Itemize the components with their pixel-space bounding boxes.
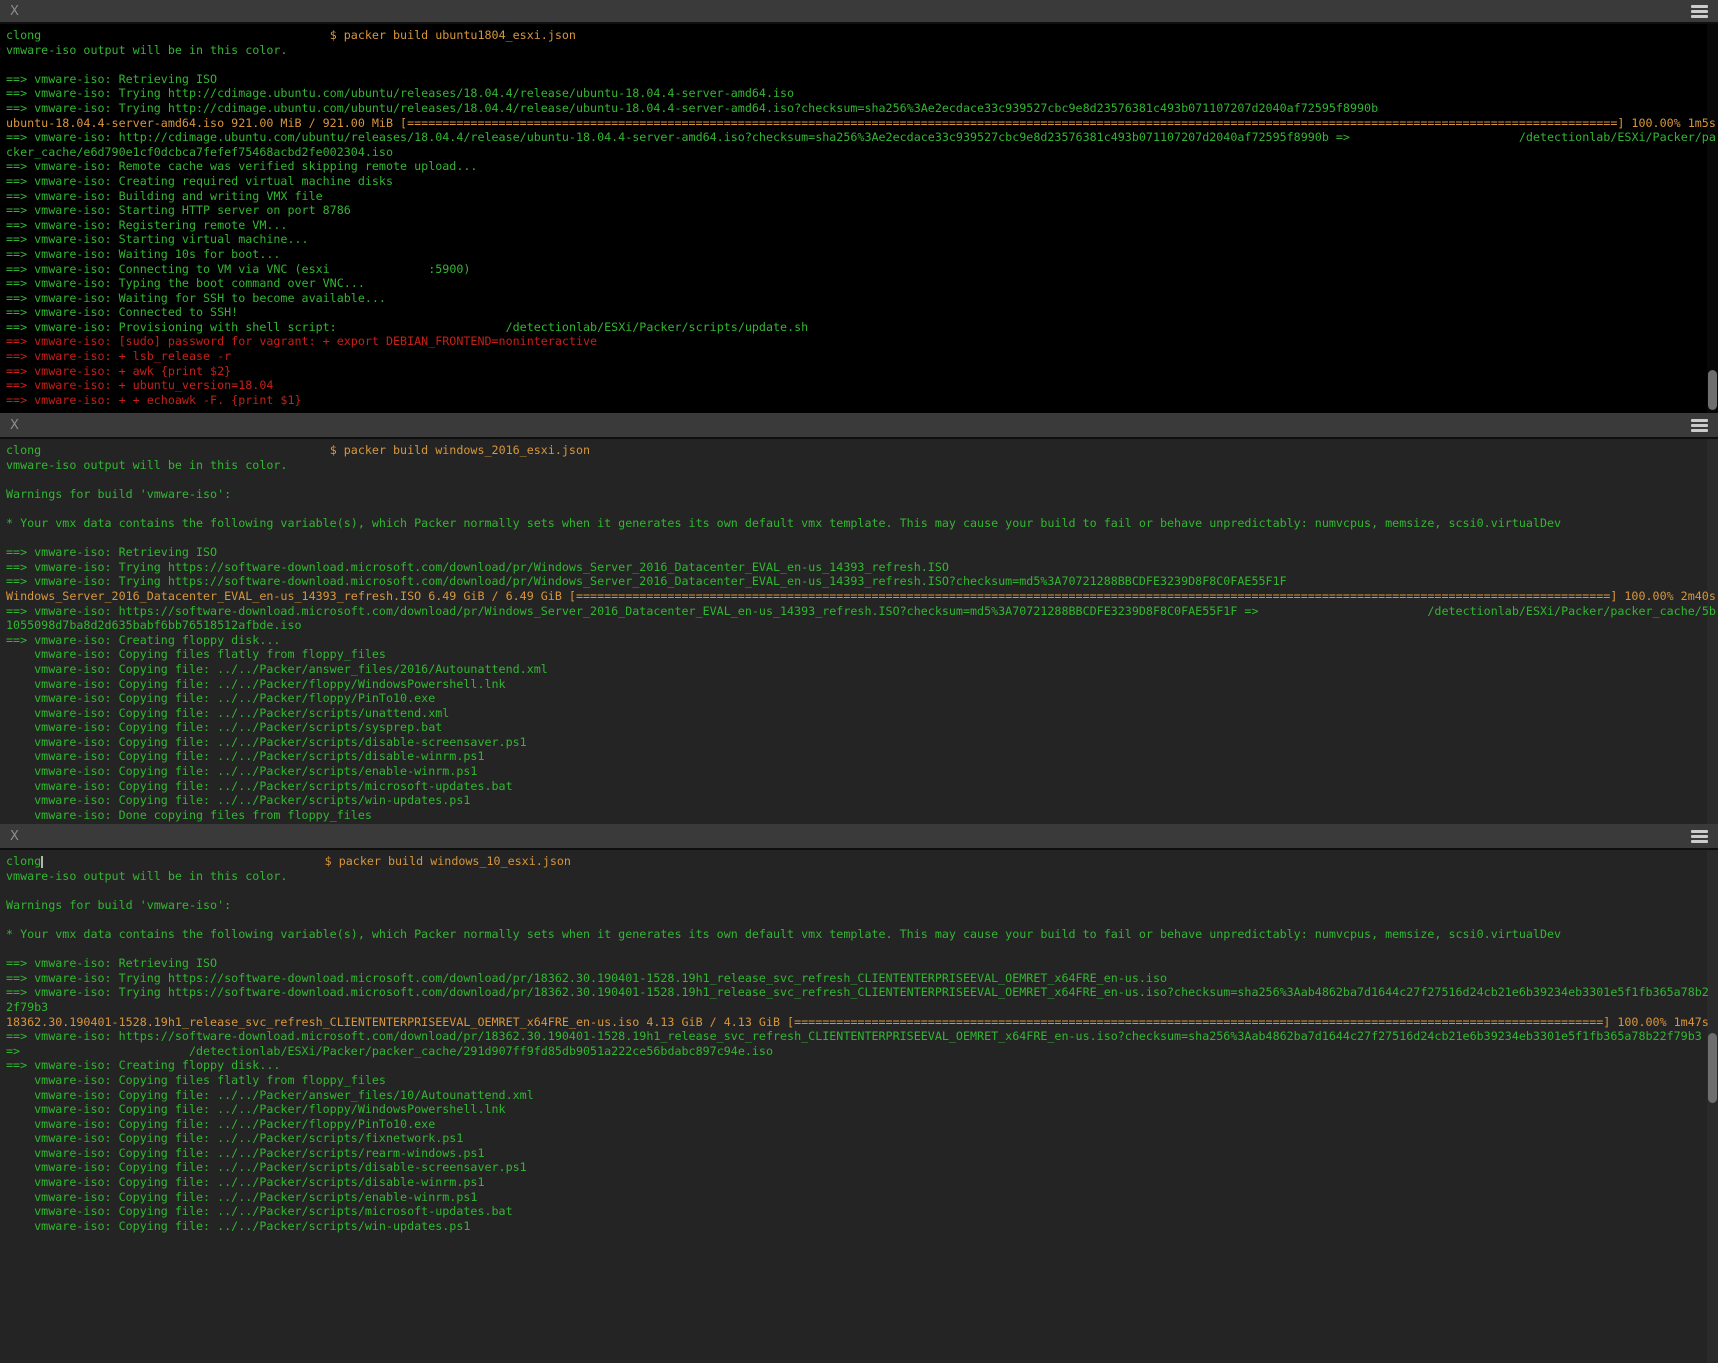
terminal-line: vmware-iso: Copying file: ../../Packer/s… — [6, 706, 1718, 721]
terminal-line: vmware-iso output will be in this color. — [6, 869, 1718, 884]
window-titlebar[interactable]: X — [0, 413, 1718, 439]
terminal-line: ==> vmware-iso: Trying https://software-… — [6, 560, 1718, 575]
terminal-line: vmware-iso output will be in this color. — [6, 458, 1718, 473]
terminal-line: ==> vmware-iso: Registering remote VM... — [6, 218, 1718, 233]
terminal-line: ==> vmware-iso: Connected to SSH! — [6, 305, 1718, 320]
terminal-line: ==> vmware-iso: Trying https://software-… — [6, 971, 1718, 986]
terminal-line: ==> vmware-iso: Creating floppy disk... — [6, 633, 1718, 648]
window-titlebar[interactable]: X — [0, 0, 1718, 24]
close-icon[interactable]: X — [10, 830, 19, 843]
terminal-line: ==> vmware-iso: Creating required virtua… — [6, 174, 1718, 189]
terminal-line: ==> vmware-iso: Trying http://cdimage.ub… — [6, 101, 1718, 116]
terminal-line: 1055098d7ba8d2d635babf6bb76518512afbde.i… — [6, 618, 1718, 633]
terminal-line: ==> vmware-iso: Trying http://cdimage.ub… — [6, 86, 1718, 101]
terminal-line — [6, 883, 1718, 898]
terminal-window-ubuntu1804-build: X clong $ packer build ubuntu1804_esxi.j… — [0, 0, 1718, 413]
terminal-line: vmware-iso: Copying files flatly from fl… — [6, 647, 1718, 662]
terminal-line: ==> vmware-iso: Waiting for SSH to becom… — [6, 291, 1718, 306]
terminal-line: ==> vmware-iso: Provisioning with shell … — [6, 320, 1718, 335]
terminal-line: 18362.30.190401-1528.19h1_release_svc_re… — [6, 1015, 1718, 1030]
terminal-line: ==> vmware-iso: https://software-downloa… — [6, 1029, 1718, 1044]
scrollbar-track[interactable] — [1707, 24, 1718, 413]
terminal-line: vmware-iso: Copying file: ../../Packer/s… — [6, 735, 1718, 750]
scrollbar-thumb[interactable] — [1708, 1033, 1717, 1103]
terminal-line: vmware-iso: Copying file: ../../Packer/s… — [6, 1131, 1718, 1146]
terminal-line: vmware-iso: Copying file: ../../Packer/s… — [6, 1204, 1718, 1219]
terminal-line: ==> vmware-iso: + awk {print $2} — [6, 364, 1718, 379]
terminal-line: vmware-iso: Copying file: ../../Packer/s… — [6, 1175, 1718, 1190]
terminal-line — [6, 57, 1718, 72]
scrollbar-track[interactable] — [1707, 850, 1718, 1363]
terminal-output[interactable]: clong $ packer build windows_2016_esxi.j… — [0, 439, 1718, 824]
terminal-line: ==> vmware-iso: Trying https://software-… — [6, 574, 1718, 589]
terminal-line: vmware-iso: Done copying files from flop… — [6, 808, 1718, 823]
terminal-line: ==> vmware-iso: https://software-downloa… — [6, 604, 1718, 619]
terminal-line: ==> vmware-iso: Waiting 10s for boot... — [6, 247, 1718, 262]
close-icon[interactable]: X — [10, 419, 19, 432]
terminal-line: vmware-iso: Copying file: ../../Packer/s… — [6, 1160, 1718, 1175]
terminal-line: vmware-iso: Copying file: ../../Packer/s… — [6, 779, 1718, 794]
terminal-line: vmware-iso: Copying file: ../../Packer/f… — [6, 691, 1718, 706]
scrollbar-track[interactable] — [1707, 439, 1718, 824]
terminal-line: ==> vmware-iso: Retrieving ISO — [6, 545, 1718, 560]
terminal-line: ==> vmware-iso: Typing the boot command … — [6, 276, 1718, 291]
close-icon[interactable]: X — [10, 5, 19, 18]
terminal-line: ==> vmware-iso: Retrieving ISO — [6, 72, 1718, 87]
scrollbar-thumb[interactable] — [1708, 370, 1717, 410]
terminal-output[interactable]: clong $ packer build ubuntu1804_esxi.jso… — [0, 24, 1718, 413]
terminal-line: clong $ packer build windows_2016_esxi.j… — [6, 443, 1718, 458]
terminal-line: cker_cache/e6d790e1cf0dcbca7fefef75468ac… — [6, 145, 1718, 160]
hamburger-menu-icon[interactable] — [1691, 830, 1708, 843]
terminal-line: vmware-iso: Copying file: ../../Packer/f… — [6, 677, 1718, 692]
terminal-line: ==> vmware-iso: Remote cache was verifie… — [6, 159, 1718, 174]
terminal-line: * Your vmx data contains the following v… — [6, 516, 1718, 531]
hamburger-menu-icon[interactable] — [1691, 419, 1708, 432]
terminal-line: ==> vmware-iso: + + echoawk -F. {print $… — [6, 393, 1718, 408]
terminal-window-windows10-build: X clong $ packer build windows_10_esxi.j… — [0, 824, 1718, 1363]
terminal-line: vmware-iso: Copying file: ../../Packer/a… — [6, 1088, 1718, 1103]
terminal-line: ==> vmware-iso: Creating floppy disk... — [6, 1058, 1718, 1073]
terminal-line: ==> vmware-iso: Building and writing VMX… — [6, 189, 1718, 204]
terminal-line: vmware-iso: Copying file: ../../Packer/s… — [6, 764, 1718, 779]
terminal-line: Windows_Server_2016_Datacenter_EVAL_en-u… — [6, 589, 1718, 604]
terminal-line: ==> vmware-iso: Starting HTTP server on … — [6, 203, 1718, 218]
terminal-line: ==> vmware-iso: [sudo] password for vagr… — [6, 334, 1718, 349]
screen: X clong $ packer build ubuntu1804_esxi.j… — [0, 0, 1718, 1351]
terminal-line: ==> vmware-iso: + lsb_release -r — [6, 349, 1718, 364]
terminal-line: ubuntu-18.04.4-server-amd64.iso 921.00 M… — [6, 116, 1718, 131]
terminal-line — [6, 912, 1718, 927]
terminal-line: ==> vmware-iso: + ubuntu_version=18.04 — [6, 378, 1718, 393]
terminal-window-windows2016-build: X clong $ packer build windows_2016_esxi… — [0, 413, 1718, 824]
terminal-line: vmware-iso: Copying file: ../../Packer/s… — [6, 749, 1718, 764]
terminal-line — [6, 531, 1718, 546]
terminal-line: vmware-iso: Copying files flatly from fl… — [6, 1073, 1718, 1088]
terminal-line: vmware-iso output will be in this color. — [6, 43, 1718, 58]
terminal-line — [6, 501, 1718, 516]
terminal-line: ==> vmware-iso: Connecting to VM via VNC… — [6, 262, 1718, 277]
terminal-line: * Your vmx data contains the following v… — [6, 927, 1718, 942]
terminal-line: ==> vmware-iso: Starting virtual machine… — [6, 232, 1718, 247]
terminal-line: clong $ packer build windows_10_esxi.jso… — [6, 854, 1718, 869]
terminal-line: Warnings for build 'vmware-iso': — [6, 487, 1718, 502]
terminal-line: ==> vmware-iso: http://cdimage.ubuntu.co… — [6, 130, 1718, 145]
terminal-line: ==> vmware-iso: Retrieving ISO — [6, 956, 1718, 971]
terminal-line: vmware-iso: Copying file: ../../Packer/f… — [6, 1102, 1718, 1117]
terminal-output[interactable]: clong $ packer build windows_10_esxi.jso… — [0, 850, 1718, 1363]
terminal-line: 2f79b3 — [6, 1000, 1718, 1015]
terminal-line: vmware-iso: Copying file: ../../Packer/s… — [6, 1219, 1718, 1234]
terminal-line: => /detectionlab/ESXi/Packer/packer_cach… — [6, 1044, 1718, 1059]
hamburger-menu-icon[interactable] — [1691, 5, 1708, 18]
terminal-line: vmware-iso: Copying file: ../../Packer/s… — [6, 720, 1718, 735]
window-titlebar[interactable]: X — [0, 824, 1718, 850]
terminal-line: clong $ packer build ubuntu1804_esxi.jso… — [6, 28, 1718, 43]
terminal-line: vmware-iso: Copying file: ../../Packer/a… — [6, 662, 1718, 677]
terminal-line: Warnings for build 'vmware-iso': — [6, 898, 1718, 913]
terminal-line: vmware-iso: Copying file: ../../Packer/f… — [6, 1117, 1718, 1132]
terminal-line — [6, 942, 1718, 957]
terminal-line: vmware-iso: Copying file: ../../Packer/s… — [6, 793, 1718, 808]
terminal-line — [6, 472, 1718, 487]
terminal-line: ==> vmware-iso: Trying https://software-… — [6, 985, 1718, 1000]
terminal-line: vmware-iso: Copying file: ../../Packer/s… — [6, 1190, 1718, 1205]
terminal-line: vmware-iso: Copying file: ../../Packer/s… — [6, 1146, 1718, 1161]
